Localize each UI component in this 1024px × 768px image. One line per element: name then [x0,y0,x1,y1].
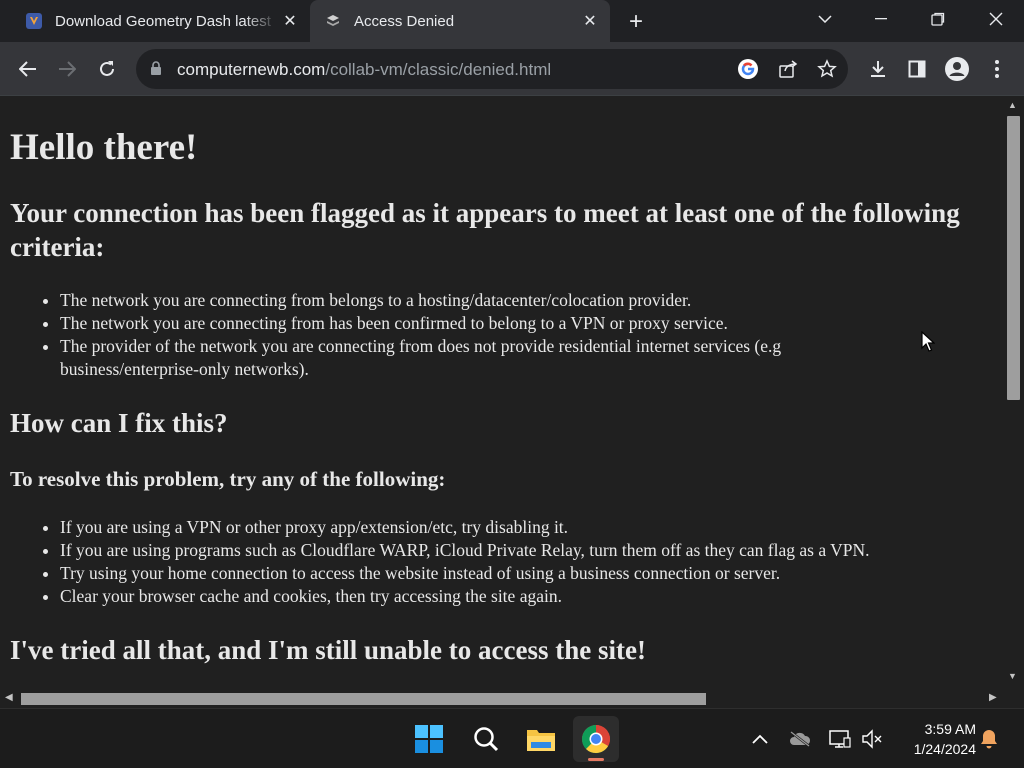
network-display-icon[interactable] [828,727,852,751]
active-app-indicator [588,758,604,761]
tab-title: Access Denied [354,12,455,30]
address-bar[interactable]: computernewb.com/collab-vm/classic/denie… [136,49,848,89]
criteria-item: The network you are connecting from has … [60,312,920,335]
downloads-button[interactable] [862,53,894,85]
url-path: /collab-vm/classic/denied.html [325,60,552,79]
server-favicon-icon [324,12,342,30]
fix-heading: How can I fix this? [10,408,228,438]
url-host: computernewb.com [177,60,326,79]
fix-item: If you are using programs such as Cloudf… [60,539,1000,562]
show-hidden-icons-chevron-up-icon[interactable] [748,727,772,751]
shield-favicon-icon [25,12,43,30]
page-viewport: Hello there! Your connection has been fl… [0,96,1024,708]
horizontal-scroll-thumb[interactable] [21,693,706,705]
notification-bell-icon[interactable] [977,727,1001,751]
scrollbar-corner [1004,690,1024,708]
onedrive-cloud-icon[interactable] [788,727,812,751]
vertical-scroll-thumb[interactable] [1007,116,1020,400]
close-tab-icon[interactable]: ✕ [278,9,302,33]
fix-item: Try using your home connection to access… [60,562,1000,585]
side-panel-button[interactable] [901,53,933,85]
scroll-right-arrow-icon[interactable]: ▶ [989,692,997,703]
horizontal-scrollbar[interactable]: ◀ ▶ [0,690,1004,708]
page-title: Hello there! [10,127,198,168]
minimize-button[interactable] [853,0,909,38]
restore-button[interactable] [910,0,966,38]
tab-search-chevron-down-icon[interactable] [797,0,853,38]
volume-muted-icon[interactable] [860,727,884,751]
criteria-item: The network you are connecting from belo… [60,289,920,312]
still-unable-heading: I've tried all that, and I'm still unabl… [10,635,646,665]
clock-time: 3:59 AM [924,721,976,737]
scroll-down-arrow-icon[interactable]: ▼ [1008,671,1017,681]
lock-icon[interactable] [150,61,162,81]
fix-item: Clear your browser cache and cookies, th… [60,585,1000,608]
share-icon[interactable] [776,57,800,81]
close-tab-icon[interactable]: ✕ [578,9,602,33]
system-clock[interactable]: 3:59 AM 1/24/2024 [894,719,976,759]
scroll-up-arrow-icon[interactable]: ▲ [1008,100,1017,110]
google-lens-icon[interactable] [736,57,760,81]
start-windows-icon[interactable] [406,716,452,762]
resolve-heading: To resolve this problem, try any of the … [10,467,446,491]
scroll-left-arrow-icon[interactable]: ◀ [5,692,13,703]
windows-taskbar: 3:59 AM 1/24/2024 [0,708,1024,768]
fix-list: If you are using a VPN or other proxy ap… [60,516,1000,608]
tab-title: Download Geometry Dash latest [55,12,271,30]
new-tab-button[interactable]: + [622,8,650,36]
back-button[interactable] [12,53,44,85]
mouse-pointer-icon [921,330,936,358]
search-icon[interactable] [463,716,509,762]
profile-avatar-icon[interactable] [941,53,973,85]
forward-button[interactable] [51,53,83,85]
browser-toolbar: computernewb.com/collab-vm/classic/denie… [0,42,1024,96]
clock-date: 1/24/2024 [913,741,976,757]
tab-geometry-dash[interactable]: Download Geometry Dash latest ✕ [0,0,310,42]
criteria-item: The provider of the network you are conn… [60,335,920,381]
flagged-heading: Your connection has been flagged as it a… [10,198,960,262]
menu-kebab-icon[interactable] [981,53,1013,85]
vertical-scrollbar[interactable]: ▲ ▼ [1004,96,1024,690]
file-explorer-icon[interactable] [518,716,564,762]
bookmark-star-icon[interactable] [815,57,839,81]
chrome-icon[interactable] [573,716,619,762]
criteria-list: The network you are connecting from belo… [60,289,920,381]
tab-strip: Download Geometry Dash latest ✕ Access D… [0,0,1024,42]
url-text[interactable]: computernewb.com/collab-vm/classic/denie… [177,60,551,80]
fix-item: If you are using a VPN or other proxy ap… [60,516,1000,539]
close-window-button[interactable] [968,0,1024,38]
reload-button[interactable] [91,53,123,85]
browser-window: Download Geometry Dash latest ✕ Access D… [0,0,1024,768]
tab-access-denied[interactable]: Access Denied ✕ [310,0,610,42]
